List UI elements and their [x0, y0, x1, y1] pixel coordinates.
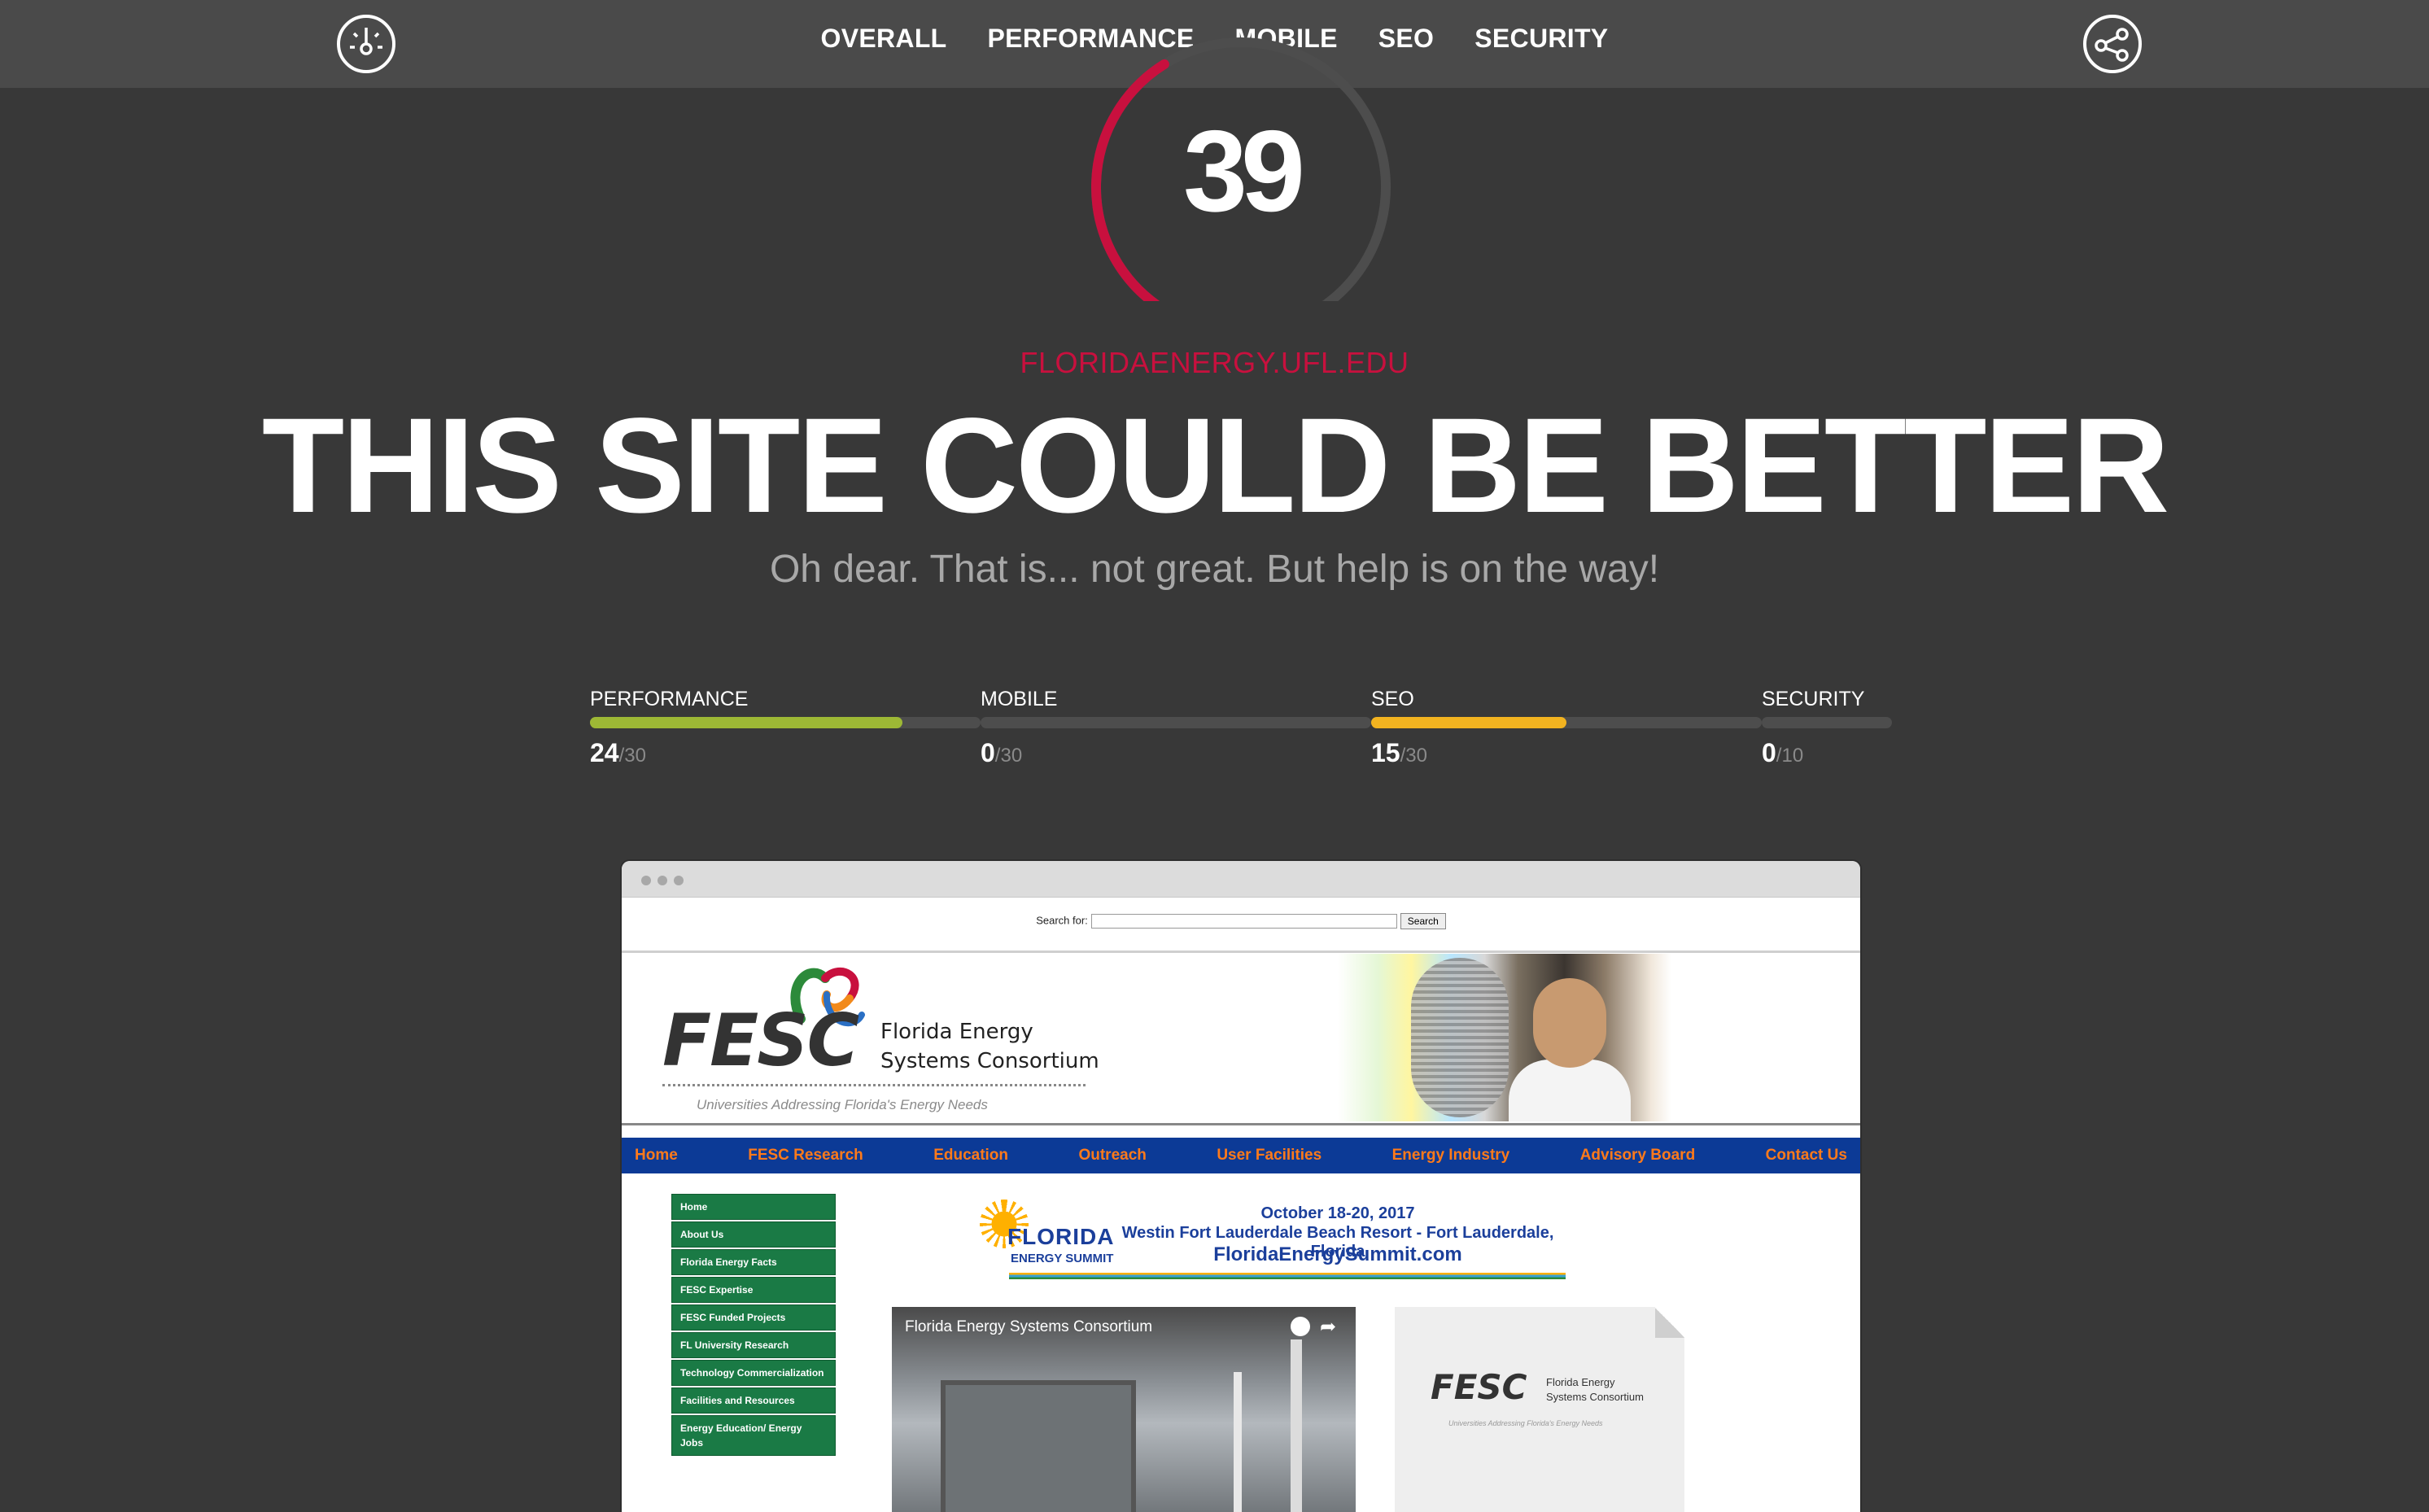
- search-input[interactable]: [1090, 914, 1397, 929]
- progress-track: [1762, 717, 1892, 728]
- doc-tagline: Universities Addressing Florida's Energy…: [1448, 1419, 1603, 1427]
- nav-overall[interactable]: OVERALL: [821, 24, 947, 54]
- org-name-line1: Florida Energy: [880, 1020, 1033, 1044]
- preview-side-menu: Home About Us Florida Energy Facts FESC …: [672, 1195, 835, 1458]
- preview-banner: FESC Florida Energy Systems Consortium U…: [622, 954, 1860, 1121]
- category-label: MOBILE: [981, 688, 1058, 710]
- category-label: PERFORMANCE: [590, 688, 749, 710]
- window-dot: [641, 876, 651, 885]
- video-title: Florida Energy Systems Consortium: [905, 1318, 1153, 1335]
- site-preview: Search for: Search FESC Florida Energy Sy…: [622, 861, 1860, 1512]
- category-score: 0: [1762, 738, 1776, 767]
- org-name: Florida Energy Systems Consortium: [880, 1017, 1099, 1076]
- side-menu-item[interactable]: About Us: [672, 1222, 835, 1247]
- divider: [622, 1123, 1860, 1125]
- window-dot: [657, 876, 667, 885]
- result-subline: Oh dear. That is... not great. But help …: [769, 548, 1660, 591]
- category-max: /30: [994, 745, 1023, 767]
- progress-fill: [1371, 717, 1566, 728]
- preview-menu-advisory-board[interactable]: Advisory Board: [1580, 1147, 1695, 1165]
- preview-menu-education[interactable]: Education: [933, 1147, 1008, 1165]
- photo-person: [1509, 1060, 1631, 1121]
- preview-menu-home[interactable]: Home: [635, 1147, 678, 1165]
- preview-menu-outreach[interactable]: Outreach: [1078, 1147, 1146, 1165]
- summit-banner[interactable]: FLORIDA ENERGY SUMMIT October 18-20, 201…: [980, 1193, 1566, 1284]
- side-menu-item[interactable]: FESC Funded Projects: [672, 1305, 835, 1330]
- category-security[interactable]: SECURITY 0/10: [1762, 688, 1892, 768]
- watch-later-icon[interactable]: [1291, 1317, 1310, 1336]
- site-domain: FLORIDAENERGY.UFL.EDU: [1020, 346, 1409, 379]
- category-max: /30: [1400, 745, 1427, 767]
- result-headline: THIS SITE COULD BE BETTER: [261, 391, 2169, 541]
- side-menu-item[interactable]: FESC Expertise: [672, 1278, 835, 1302]
- photo-equipment: [1411, 958, 1509, 1117]
- side-menu-item[interactable]: Home: [672, 1195, 835, 1219]
- preview-menu-research[interactable]: FESC Research: [748, 1147, 863, 1165]
- summit-brand-sub: ENERGY SUMMIT: [1011, 1252, 1114, 1265]
- side-menu-item[interactable]: Energy Education/ Energy Jobs: [672, 1416, 835, 1455]
- preview-menu-contact[interactable]: Contact Us: [1766, 1147, 1847, 1165]
- progress-track: [1371, 717, 1762, 728]
- search-button[interactable]: Search: [1400, 913, 1446, 929]
- summit-brand: FLORIDA: [1007, 1224, 1115, 1249]
- photo-person-face: [1533, 978, 1606, 1068]
- category-mobile[interactable]: MOBILE 0/30: [981, 688, 1371, 768]
- category-label: SECURITY: [1762, 688, 1865, 710]
- divider: [1009, 1273, 1566, 1279]
- fesc-logo-text: FESC: [662, 999, 859, 1082]
- progress-track: [981, 717, 1371, 728]
- category-performance[interactable]: PERFORMANCE 24/30: [590, 688, 981, 768]
- summit-dates: October 18-20, 2017: [1260, 1204, 1415, 1222]
- preview-menu-user-facilities[interactable]: User Facilities: [1217, 1147, 1322, 1165]
- preview-menu-energy-industry[interactable]: Energy Industry: [1392, 1147, 1510, 1165]
- divider: [662, 1084, 1086, 1086]
- category-score: 0: [981, 738, 995, 767]
- share-icon[interactable]: [2077, 8, 2148, 80]
- category-max: /10: [1776, 745, 1804, 767]
- category-label: SEO: [1371, 688, 1414, 710]
- doc-logo-text: FESC: [1431, 1367, 1527, 1407]
- browser-chrome: [622, 861, 1860, 898]
- doc-org-line1: Florida Energy: [1546, 1376, 1615, 1388]
- side-menu-item[interactable]: FL University Research: [672, 1333, 835, 1357]
- category-score: 24: [590, 738, 619, 767]
- video-frame: [1234, 1372, 1242, 1512]
- page-fold: [1655, 1307, 1684, 1338]
- video-frame: [1291, 1339, 1302, 1512]
- banner-photo: [1338, 954, 1671, 1121]
- document-thumbnail[interactable]: FESC Florida Energy Systems Consortium U…: [1395, 1307, 1684, 1512]
- org-tagline: Universities Addressing Florida's Energy…: [697, 1097, 988, 1112]
- category-score: 15: [1371, 738, 1400, 767]
- preview-top-menu: Home FESC Research Education Outreach Us…: [622, 1138, 1860, 1173]
- doc-org-line2: Systems Consortium: [1546, 1391, 1644, 1403]
- summit-url: FloridaEnergySummit.com: [1213, 1243, 1462, 1265]
- doc-org-name: Florida Energy Systems Consortium: [1546, 1375, 1644, 1405]
- video-frame: [941, 1380, 1136, 1512]
- org-name-line2: Systems Consortium: [880, 1049, 1099, 1073]
- category-seo[interactable]: SEO 15/30: [1371, 688, 1762, 768]
- search-label: Search for:: [1036, 914, 1088, 927]
- video-player[interactable]: Florida Energy Systems Consortium ➦: [892, 1307, 1356, 1512]
- window-dot: [674, 876, 684, 885]
- side-menu-item[interactable]: Facilities and Resources: [672, 1388, 835, 1413]
- score-value: 39: [1183, 107, 1305, 236]
- share-arrow-icon[interactable]: ➦: [1320, 1315, 1336, 1339]
- progress-track: [590, 717, 981, 728]
- progress-fill: [590, 717, 902, 728]
- nav-security[interactable]: SECURITY: [1474, 24, 1608, 54]
- preview-search: Search for: Search: [622, 913, 1860, 929]
- category-max: /30: [618, 745, 646, 767]
- side-menu-item[interactable]: Technology Commercialization: [672, 1361, 835, 1385]
- side-menu-item[interactable]: Florida Energy Facts: [672, 1250, 835, 1274]
- divider: [622, 950, 1860, 953]
